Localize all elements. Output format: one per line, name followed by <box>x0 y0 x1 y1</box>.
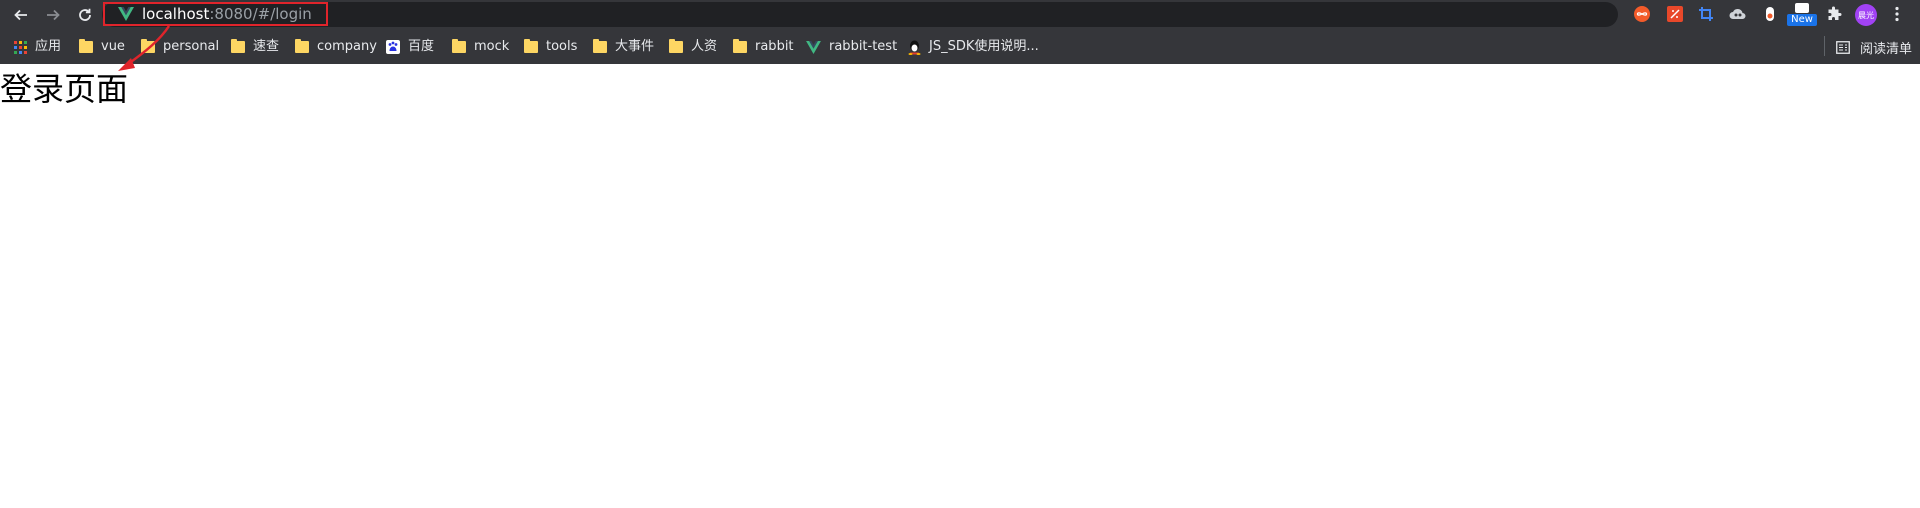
bookmarks-divider <box>1824 36 1825 56</box>
menu-button[interactable] <box>1888 5 1906 23</box>
reload-icon <box>79 8 91 21</box>
page-title: 登录页面 <box>0 70 129 108</box>
back-icon <box>14 9 27 21</box>
bookmark-js-sdk[interactable]: JS_SDK使用说明... <box>908 38 1039 56</box>
folder-icon <box>669 39 683 53</box>
puzzle-extension-icon[interactable] <box>1825 5 1843 23</box>
address-bar[interactable] <box>102 2 1618 27</box>
bookmark-label: company <box>317 39 377 54</box>
bookmark-label: 大事件 <box>615 39 655 54</box>
toggle-extension-icon[interactable] <box>1761 5 1779 23</box>
bookmark-rabbit[interactable]: rabbit <box>733 38 794 56</box>
folder-icon <box>452 39 466 53</box>
bookmark-rabbit-test[interactable]: rabbit-test <box>806 38 897 56</box>
baidu-icon <box>386 40 400 54</box>
bookmark-label: rabbit <box>755 39 794 54</box>
new-badge: New <box>1787 14 1817 26</box>
cloud-extension-icon[interactable] <box>1729 5 1747 23</box>
folder-icon <box>593 39 607 53</box>
bookmark-renzi[interactable]: 人资 <box>669 38 717 56</box>
bookmark-label: vue <box>101 39 125 54</box>
bookmark-baidu[interactable]: 百度 <box>386 38 434 56</box>
forward-icon <box>47 9 60 21</box>
bookmark-tools[interactable]: tools <box>524 38 577 56</box>
menu-icon <box>1895 6 1899 22</box>
folder-icon <box>733 39 747 53</box>
qq-icon <box>908 40 921 55</box>
folder-icon <box>79 39 93 53</box>
bookmark-mock[interactable]: mock <box>452 38 509 56</box>
bookmark-personal[interactable]: personal <box>141 38 219 56</box>
reload-button[interactable] <box>73 3 97 27</box>
bookmark-dashijian[interactable]: 大事件 <box>593 38 654 56</box>
bookmark-label: JS_SDK使用说明... <box>929 39 1039 54</box>
bookmark-apps[interactable]: 应用 <box>14 38 61 56</box>
bookmark-label: mock <box>474 39 510 54</box>
reading-list-label: 阅读清单 <box>1860 41 1913 57</box>
bookmark-label: tools <box>546 39 578 54</box>
url-highlight-annotation <box>103 2 328 26</box>
reading-list-icon <box>1836 40 1850 54</box>
back-button[interactable] <box>9 3 33 27</box>
reading-list-button[interactable]: 阅读清单 <box>1836 38 1913 57</box>
infinity-extension-icon[interactable] <box>1633 5 1651 23</box>
folder-icon <box>141 39 155 53</box>
profile-avatar[interactable]: 晨光 <box>1855 4 1877 26</box>
bookmark-label: personal <box>163 39 220 54</box>
postman-extension-icon[interactable] <box>1666 5 1684 23</box>
folder-icon <box>524 39 538 53</box>
bookmark-label: 百度 <box>408 39 435 54</box>
bookmark-label: rabbit-test <box>829 39 898 54</box>
bookmark-vue[interactable]: vue <box>79 38 125 56</box>
bookmark-company[interactable]: company <box>295 38 377 56</box>
new-extension-icon[interactable]: New <box>1787 3 1817 27</box>
bookmark-label: 应用 <box>35 39 62 54</box>
vue-icon <box>806 40 821 54</box>
forward-button[interactable] <box>41 3 65 27</box>
bookmark-suchao[interactable]: 速查 <box>231 38 279 56</box>
folder-icon <box>295 39 309 53</box>
apps-grid-icon <box>14 40 27 54</box>
folder-icon <box>231 39 245 53</box>
crop-extension-icon[interactable] <box>1697 5 1715 23</box>
bookmark-label: 人资 <box>691 39 718 54</box>
bookmark-label: 速查 <box>253 39 280 54</box>
